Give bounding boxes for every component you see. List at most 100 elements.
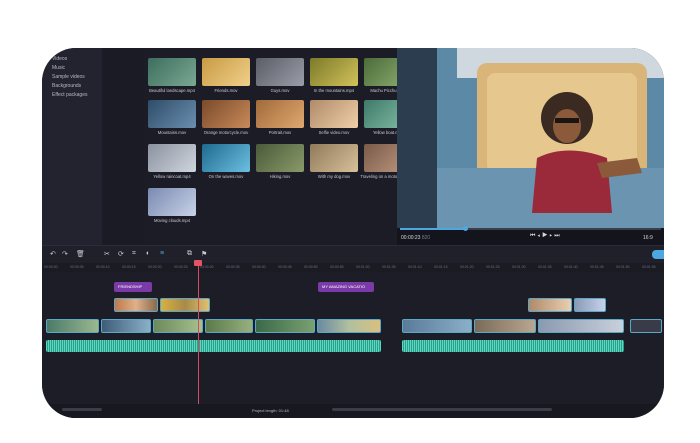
skip-forward-icon[interactable]: ⏭ xyxy=(554,233,561,239)
overlay-clip[interactable] xyxy=(528,298,572,312)
sidebar-item-music[interactable]: Music xyxy=(52,65,65,71)
video-clip[interactable] xyxy=(538,319,624,333)
video-clip[interactable] xyxy=(205,319,253,333)
player-controls: 00:00:23 820 ⏮◂▶▸⏭ 16:9 xyxy=(397,226,664,245)
ruler-tick: 00:00:00 xyxy=(44,265,58,269)
media-tile[interactable] xyxy=(256,144,304,172)
ruler-tick: 00:01:00 xyxy=(356,265,370,269)
ruler-tick: 00:00:25 xyxy=(174,265,188,269)
export-button[interactable] xyxy=(652,250,664,259)
media-tile-label: Moving clouds.mp4 xyxy=(153,218,191,223)
media-tile[interactable] xyxy=(256,58,304,86)
sidebar-item-sample-videos[interactable]: Sample videos xyxy=(52,74,85,80)
sidebar-item-videos[interactable]: Videos xyxy=(52,56,67,62)
video-clip[interactable] xyxy=(46,319,99,333)
playhead[interactable] xyxy=(198,262,199,412)
media-tile[interactable] xyxy=(202,100,250,128)
properties-icon[interactable]: ≡ xyxy=(160,250,164,257)
media-tile[interactable] xyxy=(256,100,304,128)
ruler-tick: 00:01:35 xyxy=(538,265,552,269)
title-clip-friendship[interactable]: FRIENDSHIP xyxy=(114,282,152,292)
media-tile-label: Yellow raincoat.mp4 xyxy=(153,174,191,179)
video-clip[interactable] xyxy=(153,319,203,333)
ruler-tick: 00:00:35 xyxy=(226,265,240,269)
ruler-tick: 00:01:20 xyxy=(460,265,474,269)
ruler-tick: 00:00:15 xyxy=(122,265,136,269)
ruler-tick: 00:01:25 xyxy=(486,265,500,269)
media-tile-label: Orange motorcycle.mov xyxy=(203,130,249,135)
status-bar: Project length: 01:48 xyxy=(42,404,664,418)
media-tile[interactable] xyxy=(148,100,196,128)
media-tile-label: Portrait.mov xyxy=(268,130,292,135)
overlay-clip[interactable] xyxy=(114,298,158,312)
media-tile[interactable] xyxy=(148,188,196,216)
video-clip[interactable] xyxy=(630,319,662,333)
overlay-clip[interactable] xyxy=(574,298,606,312)
timeline-ruler[interactable]: 00:00:00 00:00:05 00:00:10 00:00:15 00:0… xyxy=(42,263,664,272)
sidebar-divider xyxy=(102,48,144,245)
ruler-tick: 00:00:50 xyxy=(304,265,318,269)
cut-icon[interactable]: ✂ xyxy=(104,250,110,258)
media-tile[interactable] xyxy=(310,100,358,128)
video-clip[interactable] xyxy=(101,319,151,333)
ruler-tick: 00:01:10 xyxy=(408,265,422,269)
color-adjust-icon[interactable]: ◐ xyxy=(146,250,150,257)
delete-icon[interactable]: 🗑 xyxy=(76,250,85,258)
playhead-handle[interactable] xyxy=(194,260,202,266)
ruler-tick: 00:00:05 xyxy=(70,265,84,269)
media-tile[interactable] xyxy=(148,58,196,86)
undo-icon[interactable]: ↶ xyxy=(50,250,56,258)
media-tile-label: Mountains.mov xyxy=(157,130,187,135)
media-tile[interactable] xyxy=(310,144,358,172)
media-tile-label: Selfie video.mov xyxy=(318,130,350,135)
ruler-tick: 00:01:40 xyxy=(564,265,578,269)
timeline-scrollbar[interactable] xyxy=(332,408,552,411)
scrub-progress xyxy=(400,228,465,230)
video-clip[interactable] xyxy=(317,319,381,333)
preview-frame-illustration xyxy=(397,48,664,228)
media-tile[interactable] xyxy=(202,58,250,86)
rotate-icon[interactable]: ⟳ xyxy=(118,250,124,258)
media-tile[interactable] xyxy=(148,144,196,172)
ruler-tick: 00:01:50 xyxy=(616,265,630,269)
ruler-tick: 00:00:10 xyxy=(96,265,110,269)
media-tile[interactable] xyxy=(310,58,358,86)
scrub-handle[interactable] xyxy=(463,226,468,231)
video-clip[interactable] xyxy=(402,319,472,333)
video-clip[interactable] xyxy=(255,319,315,333)
media-tile[interactable] xyxy=(202,144,250,172)
media-tile-label: In the mountains.mp4 xyxy=(313,88,355,93)
ruler-tick: 00:00:40 xyxy=(252,265,266,269)
sidebar-item-backgrounds[interactable]: Backgrounds xyxy=(52,83,81,89)
ruler-tick: 00:01:15 xyxy=(434,265,448,269)
audio-clip[interactable] xyxy=(46,340,381,352)
ruler-tick: 00:00:20 xyxy=(148,265,162,269)
media-tile-label: With my dog.mov xyxy=(317,174,351,179)
aspect-ratio-select[interactable]: 16:9 xyxy=(643,235,653,241)
media-tile-label: Beautiful landscape.mp4 xyxy=(149,88,195,93)
crop-icon[interactable]: ⌗ xyxy=(132,250,136,258)
preview-panel: 00:00:23 820 ⏮◂▶▸⏭ 16:9 xyxy=(397,48,664,245)
timecode-value: 00:00:23 xyxy=(401,235,421,241)
marker-icon[interactable]: ⧉ xyxy=(187,250,192,258)
zoom-slider[interactable] xyxy=(62,408,102,411)
sidebar-item-effect-packages[interactable]: Effect packages xyxy=(52,92,88,98)
app-window: Videos Music Sample videos Backgrounds E… xyxy=(42,48,664,418)
transport-controls: ⏮◂▶▸⏭ xyxy=(530,233,562,240)
timecode: 00:00:23 820 xyxy=(401,235,430,241)
timeline-toolbar: ↶ ↷ 🗑 ✂ ⟳ ⌗ ◐ ≡ ⧉ ⚑ xyxy=(42,245,664,264)
ruler-tick: 00:01:05 xyxy=(382,265,396,269)
ruler-tick: 00:00:55 xyxy=(330,265,344,269)
flag-icon[interactable]: ⚑ xyxy=(201,250,207,258)
media-tile-label: Guys.mov xyxy=(270,88,290,93)
redo-icon[interactable]: ↷ xyxy=(62,250,68,258)
ruler-tick: 00:01:55 xyxy=(642,265,656,269)
overlay-clip[interactable] xyxy=(160,298,210,312)
media-sidebar: Videos Music Sample videos Backgrounds E… xyxy=(42,48,102,245)
timeline-tracks: FRIENDSHIP MY AMAZING VACATIO xyxy=(42,272,664,418)
title-clip-vacation[interactable]: MY AMAZING VACATIO xyxy=(318,282,374,292)
media-library: Beautiful landscape.mp4 Friends.mov Guys… xyxy=(144,48,416,245)
media-tile-label: On the waves.mov xyxy=(208,174,244,179)
video-clip[interactable] xyxy=(474,319,536,333)
audio-clip[interactable] xyxy=(402,340,624,352)
